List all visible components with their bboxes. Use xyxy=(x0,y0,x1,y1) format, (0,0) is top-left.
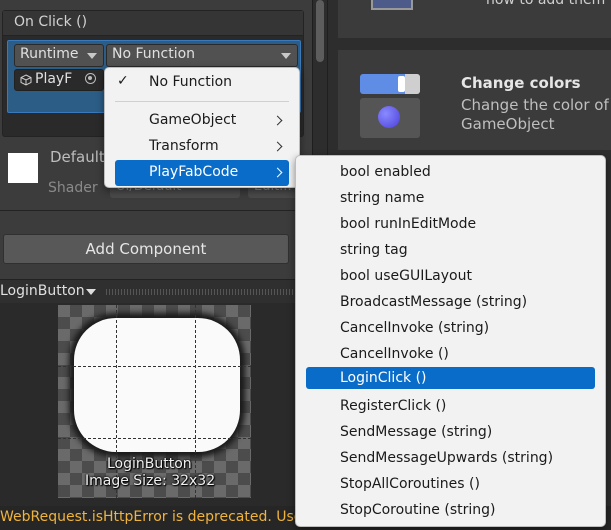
sphere-icon xyxy=(378,106,400,128)
menu-item-label: bool enabled xyxy=(340,164,431,180)
tutorial-card-change-colors[interactable]: Change colors Change the color of a Game… xyxy=(338,50,611,150)
menu-item-cancelinvoke-string[interactable]: CancelInvoke (string) xyxy=(306,315,595,341)
menu-item-label: bool useGUILayout xyxy=(340,268,472,284)
menu-item-bool-runineditmode[interactable]: bool runInEditMode xyxy=(306,211,595,237)
checkmark-icon: ✓ xyxy=(117,73,129,89)
preview-drag-handle[interactable] xyxy=(106,289,306,295)
menu-item-label: string name xyxy=(340,190,425,206)
divider xyxy=(0,210,312,211)
card-title: Change colors xyxy=(461,74,581,92)
menu-item-label: GameObject xyxy=(149,112,237,128)
onclick-title: On Click () xyxy=(14,14,88,30)
cube-icon xyxy=(20,74,32,86)
menu-item-bool-enabled[interactable]: bool enabled xyxy=(306,159,595,185)
color-toggle-right xyxy=(405,74,420,94)
slice-guide xyxy=(58,366,251,367)
onclick-header: On Click () xyxy=(3,11,303,36)
menu-item-label: SendMessageUpwards (string) xyxy=(340,450,554,466)
menu-item-cancelinvoke[interactable]: CancelInvoke () xyxy=(306,341,595,367)
preview-header[interactable]: LoginButton xyxy=(0,279,312,304)
menu-item-label: PlayFabCode xyxy=(149,164,239,180)
menu-item-label: LoginClick () xyxy=(340,370,427,386)
function-dropdown-label: No Function xyxy=(112,46,196,62)
chevron-right-icon xyxy=(272,167,283,178)
menu-item-label: StopAllCoroutines () xyxy=(340,476,480,492)
function-dropdown[interactable]: No Function xyxy=(106,44,298,67)
menu-item-label: RegisterClick () xyxy=(340,398,447,414)
runtime-dropdown-label: Runtime xyxy=(20,46,79,62)
menu-item-label: CancelInvoke () xyxy=(340,346,449,362)
menu-item-broadcastmessage[interactable]: BroadcastMessage (string) xyxy=(306,289,595,315)
chevron-right-icon xyxy=(272,141,283,152)
chevron-down-icon xyxy=(281,53,291,59)
target-object-label: PlayF xyxy=(35,71,73,87)
scrollbar-thumb[interactable] xyxy=(316,0,324,62)
chevron-right-icon xyxy=(272,115,283,126)
menu-item-label: BroadcastMessage (string) xyxy=(340,294,528,310)
menu-item-transform[interactable]: Transform xyxy=(105,134,299,160)
runtime-dropdown[interactable]: Runtime xyxy=(14,44,104,67)
material-swatch xyxy=(8,153,38,183)
menu-item-label: bool runInEditMode xyxy=(340,216,477,232)
menu-item-sendmessage[interactable]: SendMessage (string) xyxy=(306,419,595,445)
menu-item-label: Transform xyxy=(149,138,219,154)
sprite-preview-image xyxy=(74,318,240,452)
image-size-caption: Image Size: 32x32 xyxy=(85,473,216,489)
menu-item-label: SendMessage (string) xyxy=(340,424,493,440)
menu-item-stopallcoroutines[interactable]: StopAllCoroutines () xyxy=(306,471,595,497)
menu-item-no-function[interactable]: ✓ No Function xyxy=(105,70,299,96)
object-picker-icon[interactable] xyxy=(85,73,96,84)
chevron-down-icon[interactable] xyxy=(86,289,96,295)
menu-item-label: CancelInvoke (string) xyxy=(340,320,490,336)
menu-item-label: StopCoroutine (string) xyxy=(340,502,496,518)
preview-title[interactable]: LoginButton xyxy=(0,283,85,299)
slice-guide xyxy=(195,305,196,498)
target-object-field[interactable]: PlayF xyxy=(14,69,104,91)
chevron-down-icon xyxy=(87,53,97,59)
material-name: Default xyxy=(50,148,105,166)
menu-item-stopcoroutine[interactable]: StopCoroutine (string) xyxy=(306,497,595,523)
menu-item-label: string tag xyxy=(340,242,408,258)
menu-item-gameobject[interactable]: GameObject xyxy=(105,108,299,134)
menu-item-playfabcode[interactable]: PlayFabCode xyxy=(115,160,289,186)
color-toggle-icon xyxy=(360,74,420,94)
sphere-icon-frame xyxy=(360,98,420,138)
shader-label: Shader xyxy=(48,180,98,196)
color-toggle-knob xyxy=(398,76,405,92)
function-menu: ✓ No Function GameObject Transform PlayF… xyxy=(104,67,300,188)
menu-item-registerclick[interactable]: RegisterClick () xyxy=(306,393,595,419)
playfabcode-submenu: bool enabled string name bool runInEditM… xyxy=(295,155,606,527)
add-component-button[interactable]: Add Component xyxy=(3,234,289,264)
menu-item-string-name[interactable]: string name xyxy=(306,185,595,211)
menu-separator xyxy=(115,101,289,102)
menu-item-bool-useguilayout[interactable]: bool useGUILayout xyxy=(306,263,595,289)
card-description: how to add them xyxy=(486,0,606,8)
card-description: Change the color of a GameObject xyxy=(461,96,609,133)
tutorial-card[interactable]: how to add them xyxy=(338,0,611,38)
menu-item-label: No Function xyxy=(149,74,233,90)
sprite-name-caption: LoginButton xyxy=(107,456,192,472)
card-thumbnail xyxy=(371,0,413,10)
slice-guide xyxy=(58,438,251,439)
menu-item-sendmessageupwards[interactable]: SendMessageUpwards (string) xyxy=(306,445,595,471)
menu-item-string-tag[interactable]: string tag xyxy=(306,237,595,263)
menu-item-loginclick[interactable]: LoginClick () xyxy=(306,367,595,389)
